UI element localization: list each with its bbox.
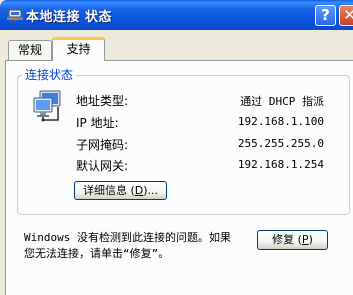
group-legend: 连接状态 (22, 66, 77, 83)
repair-button-text: 修复 ( (272, 233, 302, 246)
address-type-label: 地址类型: (76, 94, 129, 108)
details-button-suffix: )... (143, 184, 159, 197)
address-type-value: 通过 DHCP 指派 (240, 95, 324, 108)
repair-button-suffix: ) (308, 233, 313, 246)
details-button-text: 详细信息 ( (82, 184, 135, 197)
status-message-line1: Windows 没有检测到此连接的问题。如果 (24, 231, 231, 244)
ip-address-label: IP 地址: (76, 116, 119, 130)
default-gateway-label: 默认网关: (76, 159, 129, 173)
subnet-mask-value: 255.255.255.0 (237, 137, 324, 150)
repair-button[interactable]: 修复 (P) (257, 230, 328, 250)
network-connection-icon (7, 9, 23, 23)
status-dialog: 本地连接 状态 ? ✕ 常规 支持 连接状态 地址类型: 通过 DHCP 指派 … (0, 0, 353, 295)
repair-button-mnemonic: P (301, 233, 309, 246)
tab-general[interactable]: 常规 (8, 40, 52, 60)
help-button[interactable]: ? (315, 5, 336, 26)
status-message: Windows 没有检测到此连接的问题。如果 您无法连接，请单击“修复”。 (24, 230, 254, 262)
details-button-mnemonic: D (134, 184, 144, 197)
network-computers-icon (33, 90, 61, 122)
details-button[interactable]: 详细信息 (D)... (74, 181, 167, 200)
close-button[interactable]: ✕ (339, 5, 353, 26)
status-message-line2: 您无法连接，请单击“修复”。 (24, 247, 170, 260)
default-gateway-value: 192.168.1.254 (237, 158, 324, 171)
subnet-mask-label: 子网掩码: (76, 138, 129, 152)
title-bar[interactable]: 本地连接 状态 ? ✕ (0, 0, 353, 30)
window-title: 本地连接 状态 (26, 10, 113, 25)
tab-support[interactable]: 支持 (52, 37, 105, 61)
ip-address-value: 192.168.1.100 (237, 115, 324, 128)
